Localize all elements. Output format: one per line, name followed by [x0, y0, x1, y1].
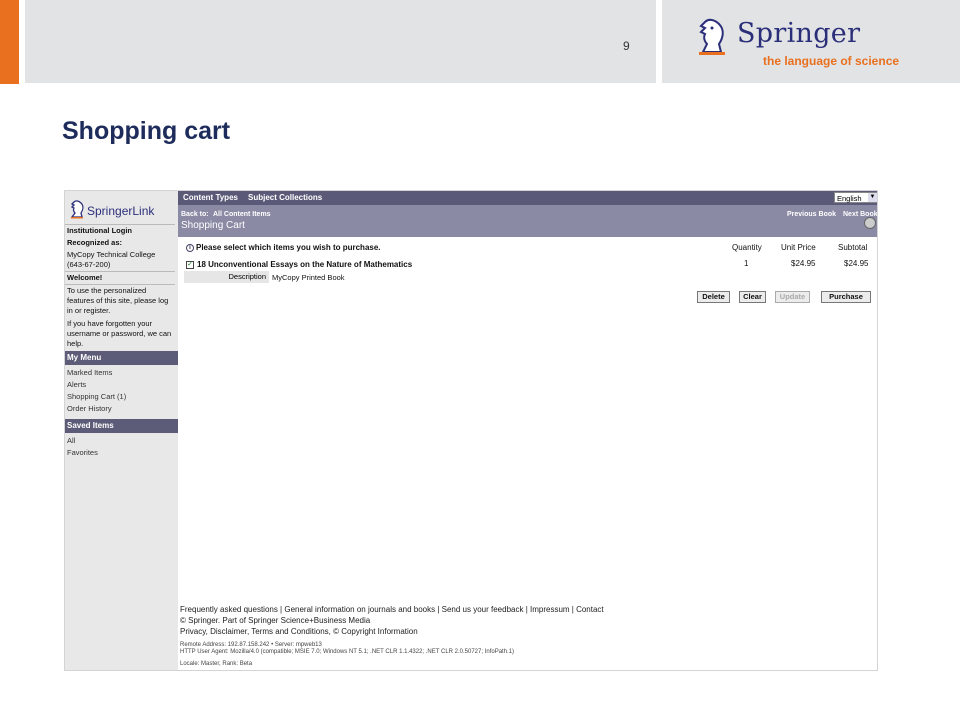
back-link[interactable]: All Content Items: [213, 211, 271, 218]
saved-item-all[interactable]: All: [67, 436, 75, 445]
footer-locale: Locale: Master, Rank: Beta: [180, 661, 253, 667]
nav-content-types[interactable]: Content Types: [183, 193, 238, 202]
nav-subject-collections[interactable]: Subject Collections: [248, 193, 322, 202]
saved-items-header: Saved Items: [65, 419, 178, 433]
welcome-text: Welcome!: [67, 273, 103, 282]
springerlink-wordmark: SpringerLink: [87, 204, 155, 218]
institution-id: (643-67-200): [67, 260, 111, 269]
col-quantity: Quantity: [732, 243, 762, 252]
logo-wordmark: Springer: [737, 18, 861, 49]
footer-links[interactable]: Frequently asked questions | General inf…: [180, 605, 604, 614]
accent-bar: [0, 0, 19, 84]
footer-remote: Remote Address: 192.87.158.242 • Server:…: [180, 642, 322, 648]
instruction-text: Please select which items you wish to pu…: [196, 243, 381, 252]
my-menu-header: My Menu: [65, 351, 178, 365]
divider: [65, 224, 175, 225]
sidebar: SpringerLink Institutional Login Recogni…: [65, 191, 178, 670]
page-number: 9: [623, 39, 630, 53]
item-quantity: 1: [744, 259, 749, 268]
col-subtotal: Subtotal: [838, 243, 868, 252]
language-value: English: [837, 194, 862, 203]
page-header-bar: Back to: All Content Items Shopping Cart…: [178, 205, 877, 237]
knight-icon: [699, 18, 725, 55]
delete-button[interactable]: Delete: [697, 291, 730, 303]
divider: [65, 284, 175, 285]
institution-name: MyCopy Technical College: [67, 250, 156, 259]
cart-instruction: i Please select which items you wish to p…: [186, 243, 381, 252]
footer-copyright: © Springer. Part of Springer Science+Bus…: [180, 616, 371, 625]
recognized-label: Recognized as:: [67, 238, 123, 247]
divider: [65, 271, 175, 272]
language-select[interactable]: English ▼: [834, 192, 877, 203]
footer-agent: HTTP User Agent: Mozilla/4.0 (compatible…: [180, 649, 515, 655]
item-unit-price: $24.95: [791, 259, 816, 268]
logo-tagline: the language of science: [763, 54, 900, 68]
previous-book-link[interactable]: Previous Book: [787, 211, 836, 218]
header-band: [25, 0, 656, 83]
chevron-down-icon: ▼: [868, 193, 877, 202]
item-title[interactable]: 18 Unconventional Essays on the Nature o…: [197, 260, 412, 269]
info-icon: i: [186, 243, 194, 252]
description-value: MyCopy Printed Book: [272, 273, 345, 282]
menu-item-order-history[interactable]: Order History: [67, 404, 112, 413]
menu-item-alerts[interactable]: Alerts: [67, 380, 86, 389]
item-checkbox[interactable]: ✓: [186, 261, 194, 269]
clear-button[interactable]: Clear: [739, 291, 766, 303]
personalized-text[interactable]: To use the personalized features of this…: [67, 286, 173, 316]
browser-screenshot: SpringerLink Institutional Login Recogni…: [64, 190, 878, 671]
institutional-login-link[interactable]: Institutional Login: [67, 226, 173, 236]
purchase-button[interactable]: Purchase: [821, 291, 871, 303]
col-unit-price: Unit Price: [781, 243, 816, 252]
knight-icon: [70, 200, 84, 219]
back-to-label: Back to:: [181, 211, 209, 218]
print-icon[interactable]: [864, 217, 876, 229]
saved-item-favorites[interactable]: Favorites: [67, 448, 98, 457]
forgotten-password-text[interactable]: If you have forgotten your username or p…: [67, 319, 173, 349]
springer-logo: Springer the language of science: [693, 14, 913, 74]
menu-item-marked-items[interactable]: Marked Items: [67, 368, 112, 377]
springerlink-logo[interactable]: SpringerLink: [69, 199, 174, 223]
menu-item-shopping-cart[interactable]: Shopping Cart (1): [67, 392, 126, 401]
description-label: Description: [184, 271, 269, 283]
update-button[interactable]: Update: [775, 291, 810, 303]
top-nav-bar: Content Types Subject Collections Englis…: [178, 191, 877, 205]
item-subtotal: $24.95: [844, 259, 869, 268]
slide-title: Shopping cart: [62, 117, 231, 145]
footer-legal[interactable]: Privacy, Disclaimer, Terms and Condition…: [180, 627, 418, 636]
page-title: Shopping Cart: [181, 220, 245, 231]
